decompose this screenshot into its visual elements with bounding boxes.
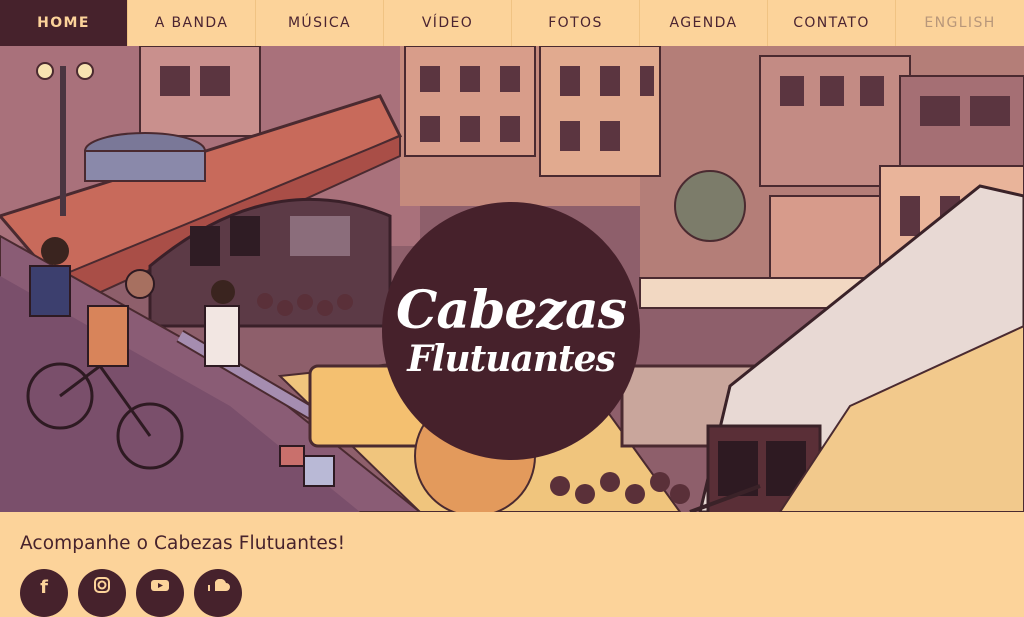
band-logo[interactable]: Cabezas Flutuantes [382,202,640,460]
nav-video[interactable]: VÍDEO [384,0,512,46]
hero-illustration: Cabezas Flutuantes [0,46,1024,512]
instagram-button[interactable] [78,569,126,617]
nav-musica[interactable]: MÚSICA [256,0,384,46]
logo-text-flutuantes: Flutuantes [407,338,616,380]
nav-home[interactable]: HOME [0,0,128,46]
youtube-button[interactable] [136,569,184,617]
facebook-button[interactable]: f [20,569,68,617]
nav-english[interactable]: ENGLISH [896,0,1024,46]
instagram-icon [93,576,111,599]
social-links: f [20,569,242,617]
follow-heading: Acompanhe o Cabezas Flutuantes! [20,533,346,554]
logo-text-cabezas: Cabezas [395,280,627,341]
nav-fotos[interactable]: FOTOS [512,0,640,46]
youtube-icon [150,576,170,599]
soundcloud-button[interactable] [194,569,242,617]
facebook-icon: f [40,576,48,598]
nav-a-banda[interactable]: A BANDA [128,0,256,46]
main-nav: HOME A BANDA MÚSICA VÍDEO FOTOS AGENDA C… [0,0,1024,46]
nav-agenda[interactable]: AGENDA [640,0,768,46]
soundcloud-icon [206,577,230,598]
nav-contato[interactable]: CONTATO [768,0,896,46]
